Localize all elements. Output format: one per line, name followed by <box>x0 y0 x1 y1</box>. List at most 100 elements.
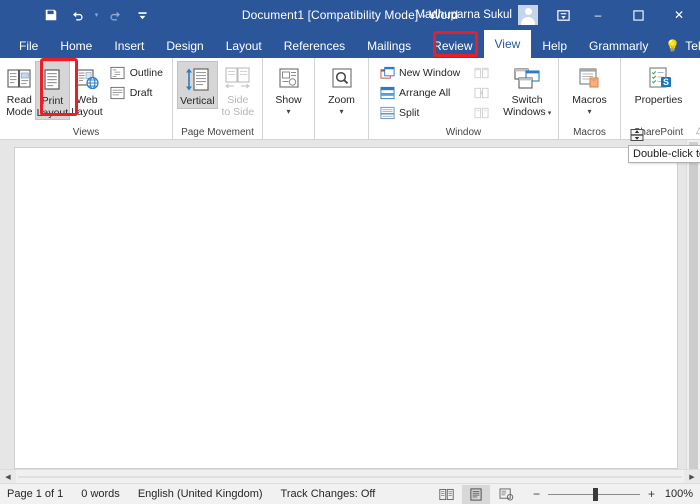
close-button[interactable]: ✕ <box>658 0 700 30</box>
horizontal-scrollbar-thumb[interactable] <box>18 475 682 478</box>
tab-help[interactable]: Help <box>531 34 578 58</box>
status-bar-left: Page 1 of 1 0 words English (United King… <box>0 488 393 500</box>
track-changes-status[interactable]: Track Changes: Off <box>281 488 386 500</box>
vertical-button[interactable]: Vertical <box>177 61 218 109</box>
maximize-button[interactable] <box>618 0 658 30</box>
tab-mailings[interactable]: Mailings <box>356 34 422 58</box>
split-icon <box>379 105 395 121</box>
undo-icon[interactable] <box>65 4 91 26</box>
title-bar: ▾ Document1 [Compatibility Mode] - Word … <box>0 0 700 30</box>
show-button[interactable]: Show ▾ <box>267 61 310 115</box>
zoom-label: Zoom <box>328 94 355 106</box>
web-layout-label-2: Layout <box>71 105 103 118</box>
zoom-slider-thumb[interactable] <box>593 487 598 501</box>
tab-references[interactable]: References <box>273 34 356 58</box>
views-small-buttons: Outline Draft <box>108 61 168 102</box>
print-layout-view-button[interactable] <box>462 484 490 504</box>
read-mode-icon <box>6 63 32 95</box>
collapse-ribbon-icon[interactable]: △ <box>696 125 700 139</box>
views-group-label: Views <box>72 127 100 138</box>
tab-layout[interactable]: Layout <box>215 34 273 58</box>
zoom-out-button[interactable]: − <box>532 487 541 501</box>
tab-review[interactable]: Review <box>422 34 483 58</box>
arrange-all-button[interactable]: Arrange All <box>377 84 465 102</box>
zoom-in-button[interactable]: + <box>647 487 656 501</box>
macros-label: Macros <box>572 94 607 106</box>
scroll-left-arrow-icon[interactable]: ◀ <box>0 469 16 484</box>
redo-icon[interactable] <box>102 4 128 26</box>
zoom-level-label[interactable]: 100% <box>663 488 693 500</box>
web-layout-button[interactable]: Web Layout <box>70 61 104 118</box>
tab-view[interactable]: View <box>483 30 532 58</box>
horizontal-scrollbar[interactable]: ◀ ▶ <box>0 469 700 484</box>
print-layout-button[interactable]: Print Layout <box>34 61 71 120</box>
zoom-button[interactable]: Zoom ▾ <box>319 61 364 115</box>
read-mode-view-button[interactable] <box>432 485 460 504</box>
window-small-buttons-2 <box>471 61 494 122</box>
tell-me-box[interactable]: 💡 Tell me <box>659 34 700 58</box>
page-movement-group-label: Page Movement <box>181 127 254 138</box>
language-status[interactable]: English (United Kingdom) <box>138 488 273 500</box>
scroll-right-arrow-icon[interactable]: ▶ <box>684 469 700 484</box>
page-number-status[interactable]: Page 1 of 1 <box>7 488 73 500</box>
zoom-group-label <box>315 125 368 139</box>
web-layout-label-1: Web <box>76 94 98 106</box>
window-small-buttons: New Window Arrange All Split <box>377 61 465 122</box>
view-side-by-side-button <box>471 64 494 82</box>
switch-windows-button[interactable]: Switch Windows ▾ <box>500 61 554 118</box>
arrange-all-icon <box>379 85 395 101</box>
word-count-status[interactable]: 0 words <box>81 488 130 500</box>
outline-button[interactable]: Outline <box>108 64 168 82</box>
hide-whitespace-cursor-icon <box>629 127 645 143</box>
draft-button[interactable]: Draft <box>108 84 168 102</box>
web-layout-view-button[interactable] <box>492 485 520 504</box>
tab-home[interactable]: Home <box>49 34 103 58</box>
tab-design[interactable]: Design <box>155 34 214 58</box>
vertical-scrollbar-thumb[interactable] <box>689 142 698 472</box>
account-name[interactable]: Madhuparna Sukul <box>415 9 512 21</box>
properties-icon: S <box>645 63 673 95</box>
outline-icon <box>110 65 126 81</box>
tab-insert[interactable]: Insert <box>103 34 155 58</box>
zoom-magnifier-icon <box>329 63 355 95</box>
customize-qat-icon[interactable] <box>129 4 155 26</box>
ribbon-display-options-icon[interactable] <box>548 0 578 30</box>
read-mode-label-1: Read <box>6 94 32 106</box>
macros-dropdown-caret-icon[interactable]: ▾ <box>587 107 591 115</box>
read-mode-label-2: Mode <box>6 105 33 118</box>
split-button[interactable]: Split <box>377 104 465 122</box>
avatar[interactable] <box>518 5 538 25</box>
zoom-slider[interactable] <box>548 487 640 501</box>
properties-button[interactable]: S Properties <box>625 61 692 107</box>
tell-me-label: Tell me <box>685 39 700 53</box>
read-mode-button[interactable]: Read Mode <box>4 61 35 118</box>
print-layout-label-2: Layout <box>36 106 69 119</box>
view-side-by-side-icon <box>473 65 489 81</box>
macros-button[interactable]: Macros ▾ <box>563 61 616 115</box>
print-layout-label-1: Print <box>41 95 64 107</box>
document-area: ◀ ▶ <box>0 140 700 484</box>
tab-file[interactable]: File <box>8 34 49 58</box>
switch-windows-label-2: Windows ▾ <box>503 105 552 118</box>
show-group-label <box>263 125 314 139</box>
vertical-scrollbar[interactable] <box>686 140 700 472</box>
draft-icon <box>110 85 126 101</box>
minimize-button[interactable]: – <box>578 0 618 30</box>
tab-grammarly[interactable]: Grammarly <box>578 34 659 58</box>
side-to-side-label-2: to Side <box>221 105 255 118</box>
ribbon-group-page-movement: Vertical Side to Side Page Movement <box>172 58 262 139</box>
web-layout-icon <box>74 63 100 95</box>
status-bar: Page 1 of 1 0 words English (United King… <box>0 483 700 504</box>
title-bar-right: Madhuparna Sukul – ✕ <box>415 0 700 30</box>
new-window-icon <box>379 65 395 81</box>
new-window-button[interactable]: New Window <box>377 64 465 82</box>
switch-windows-caret-icon[interactable]: ▾ <box>548 110 552 117</box>
ribbon: Read Mode Print Layout Web Layout Outlin… <box>0 58 700 140</box>
show-dropdown-caret-icon[interactable]: ▾ <box>286 107 290 115</box>
undo-dropdown-icon[interactable]: ▾ <box>92 4 101 26</box>
ribbon-group-macros: Macros ▾ Macros <box>558 58 620 139</box>
document-page[interactable] <box>14 147 678 469</box>
save-icon[interactable] <box>38 4 64 26</box>
svg-text:S: S <box>662 77 668 87</box>
zoom-dropdown-caret-icon[interactable]: ▾ <box>339 107 343 115</box>
